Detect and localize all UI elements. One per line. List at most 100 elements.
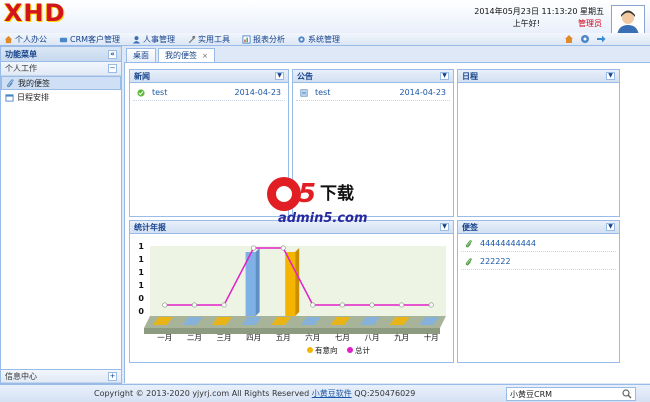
notice-header: 公告 ▼: [293, 70, 453, 83]
chart-point: [399, 302, 405, 308]
sidebar-group-title: 个人工作: [5, 64, 37, 73]
menu-system[interactable]: 系统管理: [297, 34, 340, 45]
home-icon: [4, 35, 13, 43]
memo-text[interactable]: 222222: [480, 257, 511, 266]
settings-gear-icon[interactable]: [580, 34, 590, 44]
chart-y-tick: 1: [138, 268, 144, 277]
tab-my-notes[interactable]: 我的便签 ×: [158, 48, 215, 62]
chart-x-tick: 六月: [305, 332, 320, 342]
chart-y-tick: 0: [138, 307, 144, 316]
tab-close-icon[interactable]: ×: [202, 52, 208, 60]
chart-y-tick: 1: [138, 255, 144, 264]
sidebar-header: 功能菜单 «: [1, 47, 121, 62]
chart-x-tick: 七月: [335, 333, 350, 342]
gear-icon: [298, 35, 305, 43]
stats-portlet: 统计年报 ▼ 1 1 1 1 0 0 一月 二月 三月 四月 五月 六月 七月 八月 九月 十月 有意向 总计: [129, 220, 454, 363]
memo-text[interactable]: 44444444444: [480, 239, 536, 248]
stats-chart: 1 1 1 1 0 0 一月 二月 三月 四月 五月 六月 七月 八月 九月 十月有意向 总计: [138, 242, 446, 355]
sidebar-item-my-notes[interactable]: 我的便签: [1, 76, 121, 90]
news-date: 2014-04-23: [234, 88, 282, 97]
document-icon: [300, 88, 308, 97]
menu-tools[interactable]: 实用工具: [187, 34, 230, 45]
brand-link[interactable]: 小黄豆软件: [312, 389, 352, 398]
notice-title-link[interactable]: test: [315, 88, 330, 97]
legend-swatch: [347, 347, 353, 353]
sidebar-bottom: 信息中心 +: [1, 369, 121, 383]
sidebar-item-schedule[interactable]: 日程安排: [1, 90, 121, 104]
news-row[interactable]: test 2014-04-23: [133, 85, 285, 101]
chart-bar-side: [255, 248, 260, 316]
paperclip-icon: [465, 257, 472, 265]
sidebar-collapse-button[interactable]: «: [108, 49, 117, 59]
report-icon: [242, 34, 251, 44]
logout-arrow-icon[interactable]: [596, 34, 606, 44]
notice-date: 2014-04-23: [399, 88, 447, 97]
tab-desktop[interactable]: 桌面: [126, 48, 156, 62]
main-menu: 个人办公 CRM客户管理 人事管理 实用工具 报表分析 系统管理: [0, 33, 650, 46]
group-collapse-button[interactable]: −: [108, 64, 117, 73]
user-avatar-icon: [617, 10, 639, 36]
footer: Copyright © 2013-2020 yjyrj.com All Righ…: [0, 384, 650, 402]
chart-x-tick: 一月: [157, 333, 172, 342]
search-icon[interactable]: [622, 389, 632, 399]
legend-label: 总计: [355, 345, 370, 355]
menu-crm[interactable]: CRM客户管理: [59, 34, 120, 45]
calendar-icon: [5, 93, 14, 102]
logo: XHD: [4, 0, 66, 27]
chart-point: [221, 302, 227, 308]
top-header: XHD 2014年05月23日 11:13:20 星期五 上午好! 管理员: [0, 0, 650, 39]
menu-right-tools: [564, 34, 606, 44]
chart-point: [428, 302, 434, 308]
memo-header: 便签 ▼: [458, 221, 619, 234]
chart-bar-side: [295, 248, 300, 316]
memo-portlet: 便签 ▼ 44444444444 222222: [457, 220, 620, 363]
copyright: Copyright © 2013-2020 yjyrj.com All Righ…: [94, 389, 416, 398]
greeting: 上午好!: [512, 19, 540, 28]
info-center-header[interactable]: 信息中心 +: [1, 369, 121, 383]
notice-row[interactable]: test 2014-04-23: [296, 85, 450, 101]
memo-row[interactable]: 222222: [461, 254, 616, 270]
sidebar-group-header[interactable]: 个人工作 −: [1, 62, 121, 76]
news-dropdown-button[interactable]: ▼: [275, 72, 284, 80]
schedule-dropdown-button[interactable]: ▼: [606, 72, 615, 80]
tools-icon: [188, 35, 196, 43]
watermark-site: admin5.com: [278, 211, 368, 226]
chart-y-tick: 0: [138, 294, 144, 303]
crm-icon: [59, 37, 68, 42]
chart-point: [191, 302, 197, 308]
schedule-portlet: 日程 ▼: [457, 69, 620, 217]
legend-swatch: [307, 347, 313, 353]
menu-reports[interactable]: 报表分析: [242, 34, 285, 45]
watermark-download: 下载: [320, 183, 354, 204]
chart-point: [162, 302, 168, 308]
info-center-title: 信息中心: [5, 371, 37, 381]
tab-strip: 桌面 我的便签 ×: [124, 47, 650, 63]
watermark-logo: 5 下载 admin5.com: [267, 177, 368, 226]
role-link[interactable]: 管理员: [578, 18, 602, 29]
chart-point: [339, 302, 345, 308]
stats-dropdown-button[interactable]: ▼: [440, 223, 449, 231]
chart-point: [280, 245, 286, 251]
chart-y-tick: 1: [138, 281, 144, 290]
menu-personal-office[interactable]: 个人办公: [4, 34, 47, 45]
news-title-link[interactable]: test: [152, 88, 167, 97]
home-button-icon[interactable]: [564, 34, 574, 44]
menu-hr[interactable]: 人事管理: [132, 34, 175, 45]
check-circle-icon: [137, 88, 145, 97]
sidebar-item-label: 日程安排: [17, 92, 49, 102]
memo-row[interactable]: 44444444444: [461, 236, 616, 252]
info-center-expand-button[interactable]: +: [108, 371, 117, 381]
user-icon: [132, 35, 141, 44]
schedule-header: 日程 ▼: [458, 70, 619, 83]
notice-dropdown-button[interactable]: ▼: [440, 72, 449, 80]
chart-point: [251, 245, 257, 251]
legend-label: 有意向: [315, 345, 338, 355]
sidebar-title: 功能菜单: [5, 49, 37, 59]
chart-x-tick: 九月: [394, 333, 409, 342]
memo-dropdown-button[interactable]: ▼: [606, 223, 615, 231]
news-header: 新闻 ▼: [130, 70, 288, 83]
sidebar: 功能菜单 « 个人工作 − 我的便签 日程安排 信息中心 +: [0, 46, 122, 384]
chart-y-tick: 1: [138, 242, 144, 251]
chart-x-tick: 四月: [246, 333, 261, 342]
search-input[interactable]: 小黄豆CRM: [506, 387, 636, 401]
